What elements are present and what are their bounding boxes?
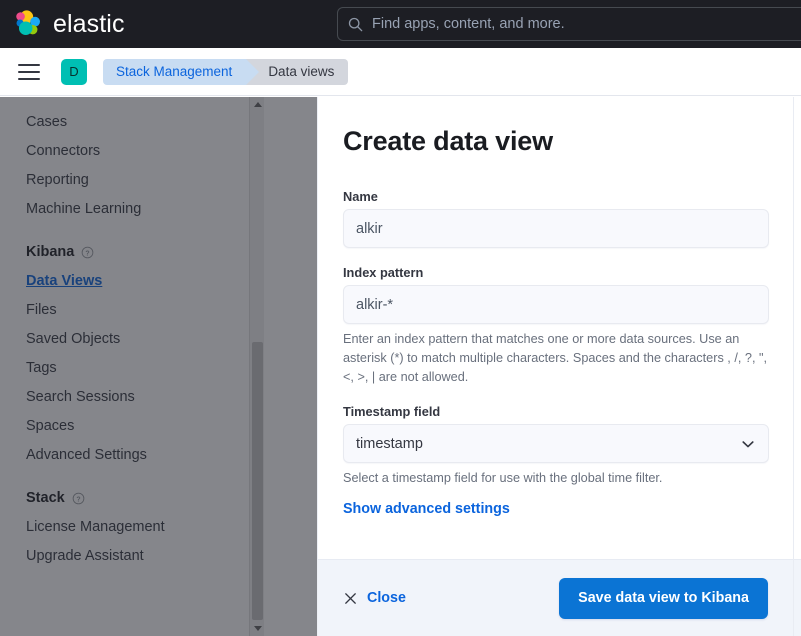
flyout-footer: Close Save data view to Kibana <box>318 559 801 636</box>
flyout-content: Create data view Name alkir Index patter… <box>318 97 801 559</box>
breadcrumb-item-data-views[interactable]: Data views <box>246 58 349 85</box>
name-form-row: Name alkir <box>343 189 769 248</box>
save-data-view-button[interactable]: Save data view to Kibana <box>559 577 768 619</box>
modal-overlay[interactable] <box>0 97 317 636</box>
index-pattern-input[interactable]: alkir-* <box>343 285 769 324</box>
hamburger-menu-icon[interactable] <box>18 63 40 80</box>
close-button-label: Close <box>367 590 406 606</box>
elastic-logo-icon <box>16 10 40 35</box>
elastic-brand[interactable]: elastic <box>14 9 125 39</box>
search-icon <box>348 17 363 31</box>
name-input-value: alkir <box>356 220 383 237</box>
name-input[interactable]: alkir <box>343 209 769 248</box>
timestamp-field-help-text: Select a timestamp field for use with th… <box>343 471 663 485</box>
breadcrumb-item-stack-management[interactable]: Stack Management <box>103 58 260 85</box>
search-input[interactable]: Find apps, content, and more. <box>372 16 565 32</box>
global-search-bar[interactable]: Find apps, content, and more. <box>337 7 801 41</box>
index-pattern-input-value: alkir-* <box>356 296 394 313</box>
page-title: Create data view <box>343 126 553 156</box>
show-advanced-settings-link[interactable]: Show advanced settings <box>343 501 510 517</box>
name-label: Name <box>343 189 378 204</box>
timestamp-field-label: Timestamp field <box>343 404 441 419</box>
breadcrumb: Stack Management Data views <box>103 58 349 85</box>
breadcrumb-bar: D Stack Management Data views <box>0 48 801 96</box>
index-pattern-form-row: Index pattern alkir-* Enter an index pat… <box>343 265 769 387</box>
global-header: elastic Find apps, content, and more. <box>0 0 801 48</box>
timestamp-field-form-row: Timestamp field timestamp Select a times… <box>343 404 769 518</box>
close-x-icon <box>345 592 356 604</box>
timestamp-field-value: timestamp <box>356 435 423 452</box>
kibana-app-window: elastic Find apps, content, and more. D … <box>0 0 801 636</box>
close-button[interactable]: Close <box>343 590 406 606</box>
create-data-view-flyout: Create data view Name alkir Index patter… <box>317 97 801 636</box>
index-pattern-label: Index pattern <box>343 265 424 280</box>
timestamp-field-select[interactable]: timestamp <box>343 424 769 463</box>
space-avatar[interactable]: D <box>61 58 87 85</box>
brand-name: elastic <box>53 9 125 38</box>
page-right-divider <box>793 97 794 636</box>
chevron-down-icon[interactable] <box>740 436 756 452</box>
index-pattern-help-text: Enter an index pattern that matches one … <box>343 332 768 384</box>
